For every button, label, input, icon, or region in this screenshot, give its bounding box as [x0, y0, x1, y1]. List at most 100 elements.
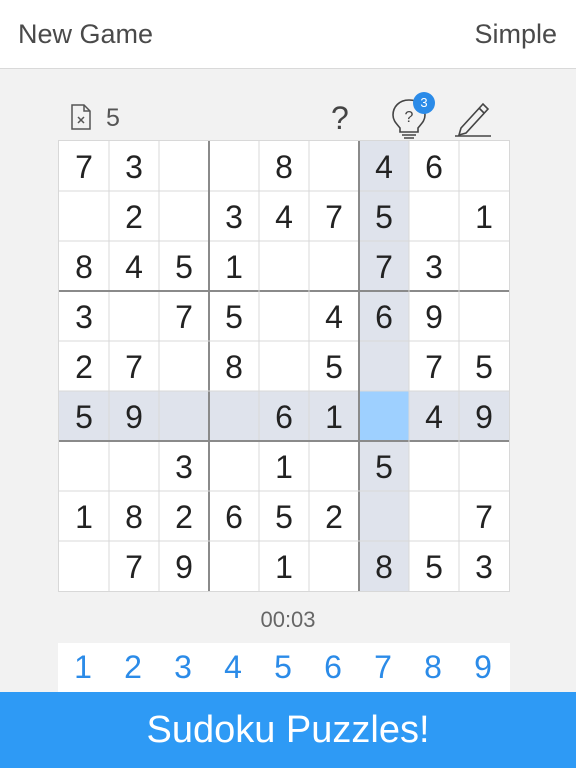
sudoku-cell[interactable]: 5 — [59, 391, 109, 441]
sudoku-cell[interactable]: 5 — [309, 341, 359, 391]
sudoku-cell[interactable] — [359, 491, 409, 541]
sudoku-cell[interactable]: 7 — [309, 191, 359, 241]
sudoku-cell[interactable] — [259, 341, 309, 391]
sudoku-cell[interactable]: 3 — [409, 241, 459, 291]
sudoku-cell[interactable]: 3 — [209, 191, 259, 241]
sudoku-cell[interactable] — [459, 291, 509, 341]
sudoku-cell[interactable] — [209, 441, 259, 491]
sudoku-cell[interactable] — [259, 291, 309, 341]
sudoku-cell[interactable]: 7 — [409, 341, 459, 391]
sudoku-cell[interactable] — [209, 541, 259, 591]
difficulty-button[interactable]: Simple — [474, 18, 557, 50]
sudoku-cell[interactable] — [209, 141, 259, 191]
sudoku-cell[interactable]: 4 — [109, 241, 159, 291]
sudoku-cell[interactable]: 6 — [209, 491, 259, 541]
banner-title: Sudoku Puzzles! — [0, 692, 576, 768]
sudoku-cell[interactable] — [309, 141, 359, 191]
number-key-5[interactable]: 5 — [258, 643, 308, 693]
sudoku-cell[interactable] — [159, 391, 209, 441]
sudoku-cell[interactable]: 9 — [109, 391, 159, 441]
sudoku-cell[interactable]: 3 — [109, 141, 159, 191]
sudoku-cell[interactable] — [359, 341, 409, 391]
sudoku-cell[interactable] — [309, 441, 359, 491]
sudoku-cell[interactable]: 5 — [259, 491, 309, 541]
sudoku-cell[interactable]: 1 — [259, 541, 309, 591]
sudoku-cell[interactable] — [309, 241, 359, 291]
sudoku-cell[interactable]: 8 — [209, 341, 259, 391]
sudoku-cell[interactable]: 7 — [59, 141, 109, 191]
sudoku-cell[interactable]: 2 — [309, 491, 359, 541]
sudoku-cell[interactable]: 5 — [359, 441, 409, 491]
sudoku-cell[interactable]: 5 — [359, 191, 409, 241]
number-key-3[interactable]: 3 — [158, 643, 208, 693]
sudoku-cell[interactable]: 3 — [59, 291, 109, 341]
sudoku-cell[interactable]: 5 — [159, 241, 209, 291]
sudoku-cell[interactable]: 4 — [309, 291, 359, 341]
sudoku-cell[interactable]: 1 — [309, 391, 359, 441]
number-key-6[interactable]: 6 — [308, 643, 358, 693]
sudoku-cell[interactable]: 5 — [409, 541, 459, 591]
sudoku-cell[interactable]: 9 — [159, 541, 209, 591]
sudoku-cell[interactable] — [459, 241, 509, 291]
file-x-icon — [71, 104, 91, 130]
sudoku-cell[interactable]: 7 — [109, 341, 159, 391]
number-key-7[interactable]: 7 — [358, 643, 408, 693]
sudoku-cell[interactable] — [409, 491, 459, 541]
sudoku-cell[interactable]: 1 — [459, 191, 509, 241]
sudoku-cell[interactable] — [359, 391, 409, 441]
sudoku-cell[interactable] — [109, 291, 159, 341]
sudoku-cell[interactable] — [409, 441, 459, 491]
sudoku-cell[interactable]: 8 — [259, 141, 309, 191]
sudoku-cell[interactable] — [59, 541, 109, 591]
sudoku-cell[interactable]: 4 — [359, 141, 409, 191]
sudoku-cell[interactable] — [159, 141, 209, 191]
sudoku-cell[interactable]: 8 — [59, 241, 109, 291]
top-bar: New Game Simple — [0, 0, 576, 69]
sudoku-cell[interactable]: 9 — [409, 291, 459, 341]
sudoku-cell[interactable] — [259, 241, 309, 291]
sudoku-cell[interactable] — [209, 391, 259, 441]
number-key-2[interactable]: 2 — [108, 643, 158, 693]
sudoku-cell[interactable] — [109, 441, 159, 491]
sudoku-cell[interactable]: 7 — [459, 491, 509, 541]
timer: 00:03 — [260, 607, 316, 632]
sudoku-cell[interactable]: 3 — [159, 441, 209, 491]
sudoku-cell[interactable] — [159, 341, 209, 391]
number-key-9[interactable]: 9 — [458, 643, 508, 693]
sudoku-cell[interactable] — [159, 191, 209, 241]
sudoku-cell[interactable]: 7 — [109, 541, 159, 591]
sudoku-cell[interactable]: 4 — [259, 191, 309, 241]
pencil-icon[interactable] — [453, 96, 493, 138]
sudoku-cell[interactable]: 6 — [259, 391, 309, 441]
svg-text:?: ? — [405, 109, 414, 126]
new-game-button[interactable]: New Game — [18, 18, 153, 50]
sudoku-cell[interactable] — [59, 191, 109, 241]
sudoku-cell[interactable]: 2 — [109, 191, 159, 241]
sudoku-cell[interactable]: 7 — [359, 241, 409, 291]
sudoku-cell[interactable]: 6 — [359, 291, 409, 341]
sudoku-cell[interactable]: 4 — [409, 391, 459, 441]
sudoku-cell[interactable]: 1 — [259, 441, 309, 491]
sudoku-cell[interactable]: 3 — [459, 541, 509, 591]
sudoku-cell[interactable] — [309, 541, 359, 591]
sudoku-cell[interactable]: 5 — [459, 341, 509, 391]
sudoku-cell[interactable]: 7 — [159, 291, 209, 341]
sudoku-cell[interactable]: 8 — [359, 541, 409, 591]
number-key-1[interactable]: 1 — [58, 643, 108, 693]
sudoku-cell[interactable]: 2 — [59, 341, 109, 391]
sudoku-cell[interactable] — [409, 191, 459, 241]
number-key-8[interactable]: 8 — [408, 643, 458, 693]
number-key-4[interactable]: 4 — [208, 643, 258, 693]
sudoku-cell[interactable]: 1 — [59, 491, 109, 541]
sudoku-cell[interactable]: 9 — [459, 391, 509, 441]
hint-count-badge: 3 — [413, 92, 435, 114]
help-button[interactable]: ? — [331, 100, 349, 136]
sudoku-cell[interactable] — [459, 441, 509, 491]
sudoku-cell[interactable]: 8 — [109, 491, 159, 541]
sudoku-cell[interactable]: 6 — [409, 141, 459, 191]
sudoku-cell[interactable] — [59, 441, 109, 491]
sudoku-cell[interactable]: 5 — [209, 291, 259, 341]
sudoku-cell[interactable]: 1 — [209, 241, 259, 291]
sudoku-cell[interactable]: 2 — [159, 491, 209, 541]
sudoku-cell[interactable] — [459, 141, 509, 191]
